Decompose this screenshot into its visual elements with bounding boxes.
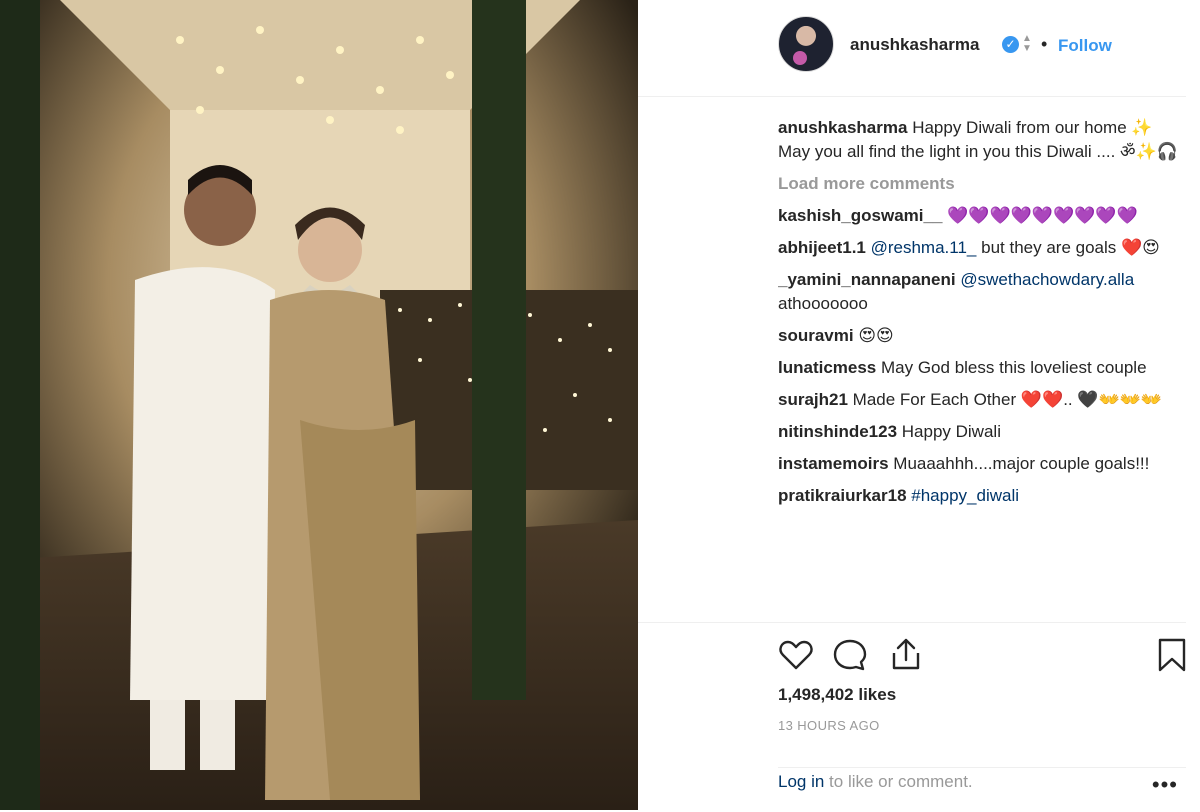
comment-item: lunaticmess May God bless this loveliest… bbox=[778, 356, 1178, 380]
comment-username[interactable]: abhijeet1.1 bbox=[778, 238, 866, 257]
comment-username[interactable]: souravmi bbox=[778, 326, 854, 345]
caption-username[interactable]: anushkasharma bbox=[778, 118, 907, 137]
comment-username[interactable]: instamemoirs bbox=[778, 454, 889, 473]
heart-icon[interactable] bbox=[776, 635, 816, 675]
comment-mention[interactable]: #happy_diwali bbox=[911, 486, 1019, 505]
login-prompt-text: to like or comment. bbox=[824, 772, 973, 791]
comment-item: souravmi 😍😍 bbox=[778, 324, 1178, 348]
comment-text: Muaaahhh....major couple goals!!! bbox=[893, 454, 1150, 473]
post-photo[interactable] bbox=[0, 0, 638, 810]
comment-username[interactable]: lunaticmess bbox=[778, 358, 876, 377]
comment-text: Made For Each Other ❤️❤️.. 🖤👐👐👐 bbox=[852, 390, 1163, 409]
comment-text: athooooooo bbox=[778, 294, 868, 313]
post-actions: 1,498,402 likes 13 HOURS AGO Log in to l… bbox=[638, 622, 1186, 811]
comment-text: but they are goals ❤️😍 bbox=[976, 238, 1160, 257]
comment-username[interactable]: surajh21 bbox=[778, 390, 848, 409]
post-details-panel: anushkasharma ✓ ▲ ▼ • Follow anushkasharm… bbox=[638, 0, 1200, 810]
comment-username[interactable]: kashish_goswami__ bbox=[778, 206, 942, 225]
avatar-flower-graphic bbox=[793, 51, 807, 65]
chevron-updown-icon[interactable]: ▲ ▼ bbox=[1019, 34, 1035, 54]
comments-list[interactable]: anushkasharma Happy Diwali from our home… bbox=[778, 116, 1178, 622]
comment-text: May God bless this loveliest couple bbox=[881, 358, 1147, 377]
comment-mention[interactable]: @reshma.11_ bbox=[871, 238, 977, 257]
comment-username[interactable]: nitinshinde123 bbox=[778, 422, 897, 441]
likes-count[interactable]: 1,498,402 likes bbox=[778, 685, 896, 705]
follow-button[interactable]: Follow bbox=[1058, 36, 1112, 56]
comment-text: Happy Diwali bbox=[901, 422, 1001, 441]
comment-item: nitinshinde123 Happy Diwali bbox=[778, 420, 1178, 444]
bookmark-icon[interactable] bbox=[1152, 635, 1192, 675]
comment-mention[interactable]: @swethachowdary.alla bbox=[960, 270, 1134, 289]
comment-icon[interactable] bbox=[830, 635, 870, 675]
comment-item: surajh21 Made For Each Other ❤️❤️.. 🖤👐👐👐 bbox=[778, 388, 1178, 412]
login-link[interactable]: Log in bbox=[778, 772, 824, 791]
caption: anushkasharma Happy Diwali from our home… bbox=[778, 116, 1178, 164]
comment-item: instamemoirs Muaaahhh....major couple go… bbox=[778, 452, 1178, 476]
comment-text: 😍😍 bbox=[858, 326, 894, 345]
verified-badge-icon: ✓ bbox=[1002, 36, 1019, 53]
comment-item: abhijeet1.1 @reshma.11_ but they are goa… bbox=[778, 236, 1178, 260]
header-username[interactable]: anushkasharma bbox=[850, 35, 979, 55]
login-prompt: Log in to like or comment. bbox=[778, 772, 973, 792]
couple-photo-illustration bbox=[0, 0, 638, 810]
comment-item: kashish_goswami__ 💜💜💜💜💜💜💜💜💜 bbox=[778, 204, 1178, 228]
comment-username[interactable]: pratikraiurkar18 bbox=[778, 486, 907, 505]
share-icon[interactable] bbox=[886, 635, 926, 675]
post-header: anushkasharma ✓ ▲ ▼ • Follow bbox=[638, 0, 1186, 97]
login-footer: Log in to like or comment. ••• bbox=[778, 767, 1186, 812]
comment-item: _yamini_nannapaneni @swethachowdary.alla… bbox=[778, 268, 1178, 316]
more-options-icon[interactable]: ••• bbox=[1152, 774, 1178, 796]
avatar[interactable] bbox=[778, 16, 834, 72]
comment-username[interactable]: _yamini_nannapaneni bbox=[778, 270, 956, 289]
comment-text: 💜💜💜💜💜💜💜💜💜 bbox=[947, 206, 1138, 225]
post-timestamp[interactable]: 13 HOURS AGO bbox=[778, 718, 880, 733]
separator-dot: • bbox=[1041, 34, 1048, 54]
comment-item: pratikraiurkar18 #happy_diwali bbox=[778, 484, 1178, 508]
load-more-comments-button[interactable]: Load more comments bbox=[778, 172, 1178, 196]
